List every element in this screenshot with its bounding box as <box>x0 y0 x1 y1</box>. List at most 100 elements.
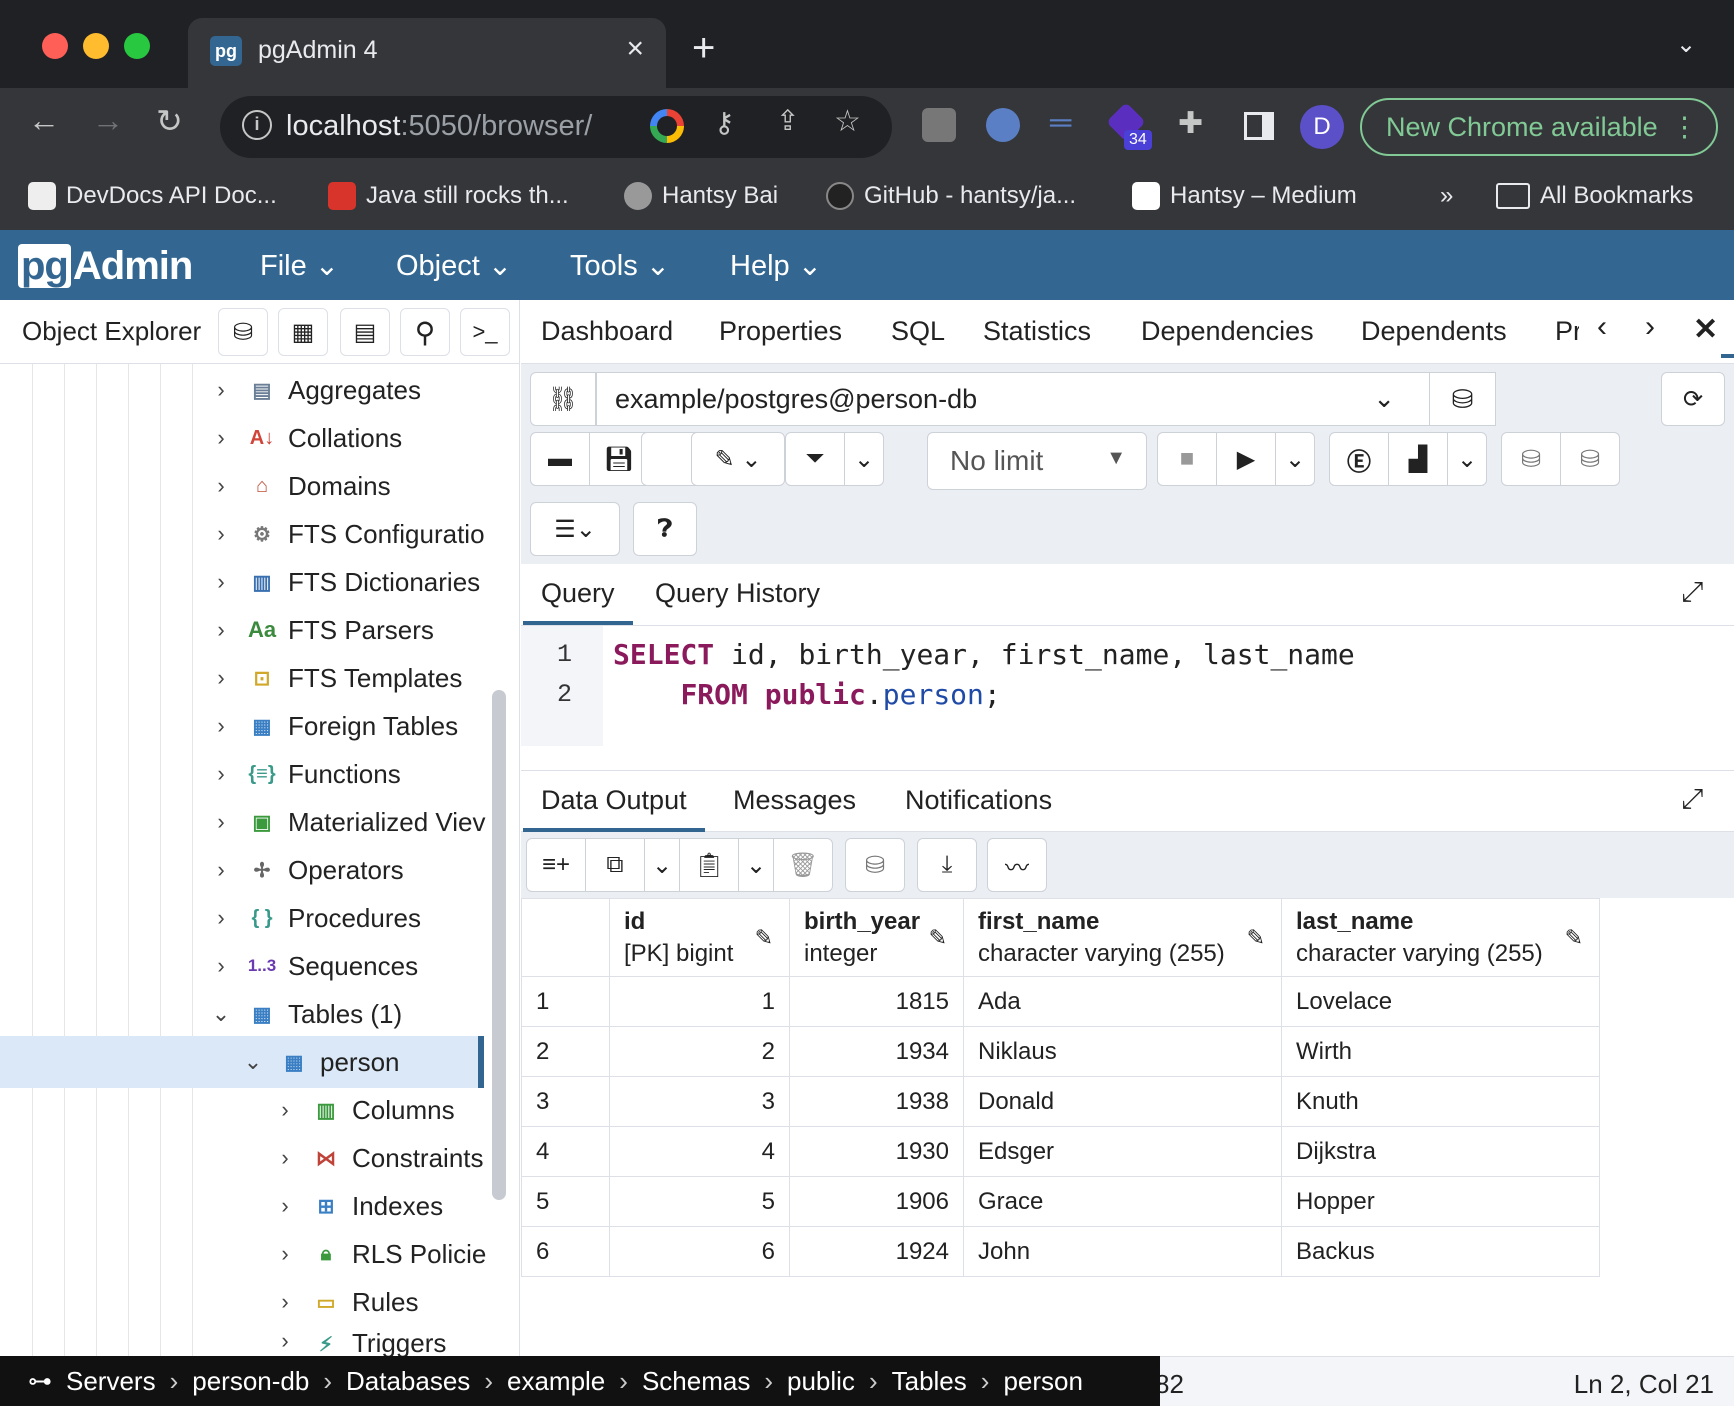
search-icon[interactable]: ⚲ <box>400 308 450 356</box>
tree-item-domains[interactable]: › ⌂ Domains <box>210 464 390 508</box>
new-chrome-available-button[interactable]: New Chrome available ⋮ <box>1360 98 1718 156</box>
download-icon[interactable]: ⤓ <box>917 838 977 892</box>
address-url[interactable]: localhost:5050/browser/ <box>286 110 592 143</box>
table-row[interactable]: 3 3 1938 Donald Knuth <box>521 1076 1600 1127</box>
tree-item-indexes[interactable]: › ⊞ Indexes <box>274 1184 443 1228</box>
query-tool-tab-icon[interactable] <box>1721 320 1734 358</box>
rollback-icon[interactable]: ⛁ <box>1560 432 1620 486</box>
tab-messages[interactable]: Messages <box>733 785 856 816</box>
browser-tab[interactable]: pg pgAdmin 4 × <box>188 18 666 88</box>
sql-line-1[interactable]: SELECT id, birth_year, first_name, last_… <box>613 638 1355 671</box>
bookmark-java[interactable]: Java still rocks th... <box>328 182 569 210</box>
reload-icon[interactable]: ↻ <box>156 102 183 140</box>
tree-item-sequences[interactable]: › 1..3 Sequences <box>210 944 418 988</box>
extensions-puzzle-icon[interactable]: ✚ <box>1178 106 1203 141</box>
edit-button[interactable]: ✎ ⌄ <box>691 432 785 486</box>
delete-trash-icon[interactable]: 🗑︎ <box>773 838 833 892</box>
query-tool-database-icon[interactable]: ⛁ <box>218 308 268 356</box>
menu-file[interactable]: File ⌄ <box>260 248 339 283</box>
profile-avatar[interactable]: D <box>1300 105 1344 149</box>
filter-options-chevron-icon[interactable]: ⌄ <box>844 432 884 486</box>
column-header-birth-year[interactable]: birth_year integer ✎ <box>789 898 964 977</box>
add-row-icon[interactable]: ≡+ <box>526 838 586 892</box>
paste-icon[interactable]: 📋︎ <box>679 838 739 892</box>
refresh-icon[interactable]: ⟳ <box>1661 372 1725 426</box>
back-arrow-icon[interactable]: ← <box>28 102 60 139</box>
google-icon[interactable] <box>650 109 684 143</box>
tree-item-constraints[interactable]: › ⋈ Constraints <box>274 1136 483 1180</box>
view-data-table-icon[interactable]: ▦ <box>278 308 328 356</box>
bookmark-devdocs[interactable]: DevDocs API Doc... <box>28 182 277 210</box>
open-file-folder-icon[interactable]: ▬ <box>530 432 590 486</box>
filter-icon[interactable]: ⏷ <box>785 432 845 486</box>
extension-image-icon[interactable] <box>922 108 956 142</box>
tree-item-fts-templates[interactable]: › ⊡ FTS Templates <box>210 656 462 700</box>
connection-select[interactable]: example/postgres@person-db ⌄ ⛁ <box>596 372 1496 426</box>
key-icon[interactable]: ⚷ <box>714 106 735 139</box>
tab-dependents[interactable]: Dependents <box>1361 316 1507 347</box>
more-vert-icon[interactable]: ⋮ <box>1671 100 1698 154</box>
side-panel-icon[interactable] <box>1244 112 1274 140</box>
column-header-last-name[interactable]: last_name character varying (255) ✎ <box>1281 898 1600 977</box>
tab-data-output[interactable]: Data Output <box>523 785 705 832</box>
close-tab-icon[interactable]: ✕ <box>1693 312 1718 347</box>
sql-line-2[interactable]: FROM public.person; <box>613 678 1000 711</box>
tree-item-triggers[interactable]: › ⚡︎ Triggers <box>274 1328 446 1356</box>
save-icon[interactable]: 💾︎ <box>589 432 649 486</box>
help-icon[interactable]: ❓︎ <box>633 502 697 556</box>
tab-notifications[interactable]: Notifications <box>905 785 1052 816</box>
graph-visualiser-icon[interactable]: 〰 <box>987 838 1047 892</box>
forward-arrow-icon[interactable]: → <box>92 102 124 139</box>
tree-item-fts-dictionaries[interactable]: › ▥ FTS Dictionaries <box>210 560 480 604</box>
tree-item-foreign-tables[interactable]: › ▦ Foreign Tables <box>210 704 458 748</box>
execute-options-chevron-icon[interactable]: ⌄ <box>1275 432 1315 486</box>
bookmark-star-icon[interactable]: ☆ <box>834 104 861 139</box>
commit-icon[interactable]: ⛁ <box>1501 432 1561 486</box>
tree-item-procedures[interactable]: ›{ } Procedures <box>210 896 421 940</box>
tree-item-aggregates[interactable]: › ▤ Aggregates <box>210 368 421 412</box>
tree-item-person[interactable]: ⌄ ▦ person <box>242 1040 400 1084</box>
column-header-first-name[interactable]: first_name character varying (255) ✎ <box>963 898 1282 977</box>
tab-query[interactable]: Query <box>523 578 632 625</box>
more-bookmarks-button[interactable]: » <box>1440 182 1453 210</box>
address-bar[interactable]: i localhost:5050/browser/ ⚷ ⇪ ☆ <box>220 96 892 158</box>
tree-item-fts-parsers[interactable]: › Aa FTS Parsers <box>210 608 434 652</box>
new-connection-database-icon[interactable]: ⛁ <box>1429 372 1495 426</box>
scroll-tabs-right-icon[interactable]: › <box>1645 310 1655 344</box>
menu-tools[interactable]: Tools ⌄ <box>570 248 670 283</box>
bookmark-medium[interactable]: Hantsy – Medium <box>1132 182 1357 210</box>
tree-scrollbar[interactable] <box>492 690 506 1200</box>
tab-properties[interactable]: Properties <box>719 316 842 347</box>
tree-item-operators[interactable]: › ✢ Operators <box>210 848 403 892</box>
close-tab-icon[interactable]: × <box>626 32 644 66</box>
tab-dependencies[interactable]: Dependencies <box>1141 316 1314 347</box>
filtered-rows-icon[interactable]: ▤ <box>340 308 390 356</box>
sql-editor[interactable]: 1 2 SELECT id, birth_year, first_name, l… <box>521 626 1734 746</box>
tab-dashboard[interactable]: Dashboard <box>541 316 673 347</box>
copy-icon[interactable]: ⧉ <box>585 838 645 892</box>
extension-circle-icon[interactable] <box>986 108 1020 142</box>
tab-query-history[interactable]: Query History <box>655 578 820 609</box>
stop-icon[interactable]: ■ <box>1157 432 1217 486</box>
tree-item-functions[interactable]: › {≡} Functions <box>210 752 400 796</box>
share-icon[interactable]: ⇪ <box>776 104 799 137</box>
tab-statistics[interactable]: Statistics <box>983 316 1091 347</box>
bookmark-hantsy-bai[interactable]: Hantsy Bai <box>624 182 778 210</box>
tree-item-fts-configurations[interactable]: › ⚙ FTS Configuratio <box>210 512 484 556</box>
new-tab-button[interactable]: + <box>692 26 715 71</box>
psql-terminal-icon[interactable]: >_ <box>460 308 510 356</box>
expand-icon[interactable]: ⤢ <box>1681 783 1703 816</box>
save-data-icon[interactable]: ⛁ <box>845 838 905 892</box>
table-row[interactable]: 6 6 1924 John Backus <box>521 1226 1600 1277</box>
expand-icon[interactable]: ⤢ <box>1681 576 1703 609</box>
site-info-icon[interactable]: i <box>242 110 272 140</box>
tree-item-columns[interactable]: › ▥ Columns <box>274 1088 454 1132</box>
connection-status-icon[interactable]: ⛓ <box>530 372 596 426</box>
explain-icon[interactable]: Ⓔ <box>1329 432 1389 486</box>
explain-options-chevron-icon[interactable]: ⌄ <box>1447 432 1487 486</box>
tree-item-rules[interactable]: › ▭ Rules <box>274 1280 418 1324</box>
table-row[interactable]: 5 5 1906 Grace Hopper <box>521 1176 1600 1227</box>
scroll-tabs-left-icon[interactable]: ‹ <box>1597 310 1607 344</box>
menu-object[interactable]: Object ⌄ <box>396 248 512 283</box>
macros-list-button[interactable]: ☰⌄ <box>530 502 620 556</box>
